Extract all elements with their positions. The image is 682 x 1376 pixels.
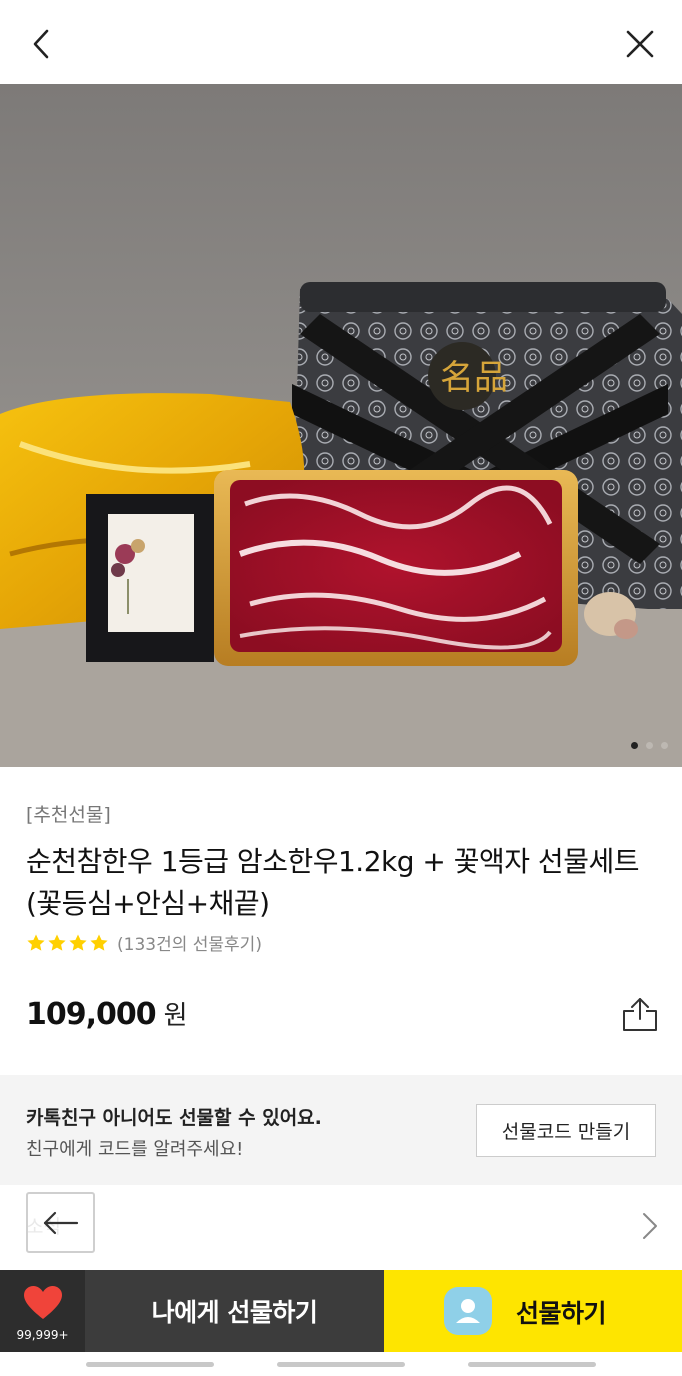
svg-text:名品: 名品 bbox=[440, 358, 508, 398]
rating-row[interactable]: (133건의 선물후기) bbox=[26, 930, 262, 955]
carousel-dot[interactable] bbox=[631, 742, 638, 749]
carousel-indicator bbox=[631, 742, 668, 749]
carousel-dot[interactable] bbox=[646, 742, 653, 749]
product-image-carousel[interactable]: 名品 bbox=[0, 84, 682, 767]
news-row[interactable]: 소식 bbox=[0, 1185, 682, 1270]
nav-recents[interactable] bbox=[86, 1362, 214, 1367]
price-value: 109,000 bbox=[26, 997, 157, 1032]
friend-avatar-icon bbox=[444, 1287, 492, 1335]
back-arrow-icon[interactable] bbox=[22, 24, 62, 64]
review-count-link[interactable]: (133건의 선물후기) bbox=[117, 930, 262, 955]
gift-code-headline: 카톡친구 아니어도 선물할 수 있어요. bbox=[26, 1107, 322, 1129]
top-bar bbox=[0, 0, 682, 84]
wishlist-button[interactable]: 99,999+ bbox=[0, 1270, 85, 1352]
system-navigation-bar bbox=[0, 1352, 682, 1376]
gift-code-banner: 카톡친구 아니어도 선물할 수 있어요. 친구에게 코드를 알려주세요! 선물코… bbox=[0, 1075, 682, 1185]
product-photo: 名品 bbox=[0, 282, 682, 767]
create-gift-code-button[interactable]: 선물코드 만들기 bbox=[476, 1104, 656, 1157]
carousel-dot[interactable] bbox=[661, 742, 668, 749]
close-icon[interactable] bbox=[620, 24, 660, 64]
share-icon[interactable] bbox=[620, 994, 660, 1034]
nav-back[interactable] bbox=[468, 1362, 596, 1367]
rating-stars bbox=[26, 933, 109, 953]
star-icon bbox=[69, 934, 87, 951]
star-icon bbox=[90, 934, 108, 951]
price-row: 109,000 원 bbox=[26, 995, 188, 1032]
product-info: [추천선물] 순천참한우 1등급 암소한우1.2kg + 꽃액자 선물세트 (꽃… bbox=[0, 767, 682, 1075]
price-currency: 원 bbox=[163, 1001, 188, 1031]
product-title: 순천참한우 1등급 암소한우1.2kg + 꽃액자 선물세트 (꽃등심+안심+채… bbox=[26, 845, 639, 920]
heart-icon bbox=[24, 1286, 62, 1319]
gift-to-me-button[interactable]: 나에게 선물하기 bbox=[85, 1270, 384, 1352]
chevron-right-icon[interactable] bbox=[638, 1211, 662, 1241]
send-gift-label: 선물하기 bbox=[516, 1299, 607, 1328]
nav-home[interactable] bbox=[277, 1362, 405, 1367]
floating-back-button[interactable] bbox=[26, 1192, 95, 1253]
wishlist-count: 99,999+ bbox=[16, 1328, 69, 1342]
bottom-action-bar: 99,999+ 나에게 선물하기 선물하기 bbox=[0, 1270, 682, 1352]
send-gift-button[interactable]: 선물하기 bbox=[384, 1270, 682, 1352]
arrow-left-icon bbox=[43, 1211, 78, 1234]
gift-code-subtext: 친구에게 코드를 알려주세요! bbox=[26, 1139, 244, 1160]
product-tag: [추천선물] bbox=[26, 804, 111, 826]
star-icon bbox=[27, 934, 45, 951]
star-icon bbox=[48, 934, 66, 951]
